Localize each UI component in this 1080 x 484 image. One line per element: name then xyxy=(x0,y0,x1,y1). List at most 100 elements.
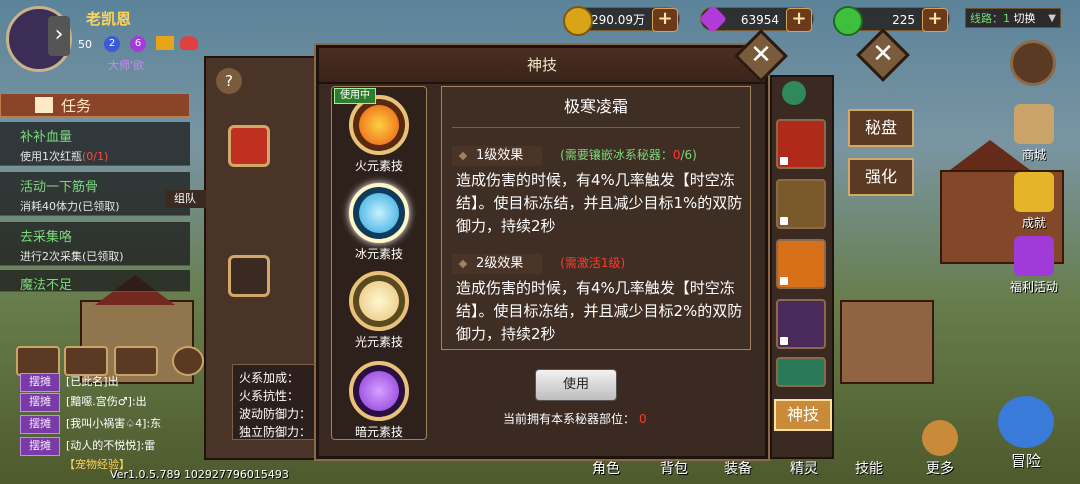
skill-fire[interactable]: 火元素技 xyxy=(345,95,413,174)
light-element-icon xyxy=(349,271,409,331)
quest-desc: 使用1次红瓶 xyxy=(20,150,82,163)
menu-achievement-label: 成就 xyxy=(1021,216,1046,230)
crossed-swords-icon[interactable] xyxy=(1010,40,1056,86)
stat-wave-def: 波动防御力： xyxy=(239,407,312,421)
fire-element-icon xyxy=(349,95,409,155)
gear-icon[interactable] xyxy=(172,346,204,376)
close-icon: ✕ xyxy=(872,39,894,69)
add-gem-button[interactable]: + xyxy=(786,8,812,32)
relic-slot[interactable] xyxy=(776,299,826,349)
divine-skill-dialog: 神技 使用中 火元素技 冰元素技 光元素技 暗元素技 极寒凌霜 1级效果 (需要… xyxy=(316,45,768,459)
menu-more[interactable]: 更多 xyxy=(910,420,970,478)
relic-slot[interactable] xyxy=(776,179,826,229)
level2-label: 2级效果 xyxy=(452,254,542,274)
quest-header[interactable]: 任务 xyxy=(0,93,190,117)
level1-description: 造成伤害的时候，有4%几率触发【时空冻结】。使目标冻结，并且减少目标1%的双防御… xyxy=(456,171,743,235)
chat-tag: 摆摊 xyxy=(20,393,60,412)
add-stamina-button[interactable]: + xyxy=(922,8,948,32)
crown-icon xyxy=(156,36,174,50)
skill-dark[interactable]: 暗元素技 xyxy=(345,361,413,439)
quest-header-label: 任务 xyxy=(61,97,92,115)
heart-stamina-icon xyxy=(833,6,863,36)
feather-icon xyxy=(35,97,53,113)
gold-coin-icon xyxy=(563,6,593,36)
chat-text: [已此名]出 xyxy=(66,375,119,388)
chat-line[interactable]: 摆摊 [动人的不悦悦]:雷 xyxy=(20,436,156,456)
skill-list: 使用中 火元素技 冰元素技 光元素技 暗元素技 xyxy=(331,86,427,440)
skill-name: 极寒凌霜 xyxy=(452,87,740,128)
server-line-selector[interactable]: 线路：1 切换 ▼ xyxy=(965,8,1061,28)
player-level: 50 xyxy=(78,38,92,51)
quest-item[interactable]: 去采集咯 进行2次采集(已领取) xyxy=(0,222,190,266)
tab-divine-skill[interactable]: 神技 xyxy=(774,399,832,431)
quest-title: 魔法不足 xyxy=(20,278,73,293)
tab-strengthen[interactable]: 强化 xyxy=(848,158,914,196)
level2-requirement: (需激活1级) xyxy=(560,256,626,270)
quest-desc: 进行2次采集(已领取) xyxy=(20,250,124,263)
chat-text: [动人的不悦悦]:雷 xyxy=(66,439,156,452)
tab-secret-disk[interactable]: 秘盘 xyxy=(848,109,914,147)
skill-light[interactable]: 光元素技 xyxy=(345,271,413,350)
owned-count: 0 xyxy=(639,412,647,426)
level1-requirement: (需要镶嵌冰系秘器： xyxy=(560,148,673,162)
quest-item[interactable]: 补补血量 使用1次红瓶(0/1) xyxy=(0,122,190,166)
bottom-menu-skill[interactable]: 技能 xyxy=(855,458,883,478)
chat-text: [黯噁.宫伤♂]:出 xyxy=(66,395,147,408)
version-label: Ver1.0.5.789 102927796015493 xyxy=(110,468,289,481)
stats-box: 火系加成： 火系抗性： 波动防御力： 独立防御力： xyxy=(232,364,318,440)
staff-slot-icon[interactable] xyxy=(228,255,270,297)
skill-label: 火元素技 xyxy=(354,159,403,173)
relic-slot[interactable] xyxy=(776,357,826,387)
ice-element-icon xyxy=(349,183,409,243)
skill-ice[interactable]: 冰元素技 xyxy=(345,183,413,262)
quest-title: 活动一下筋骨 xyxy=(20,180,99,195)
badge-icon: 6 xyxy=(130,36,146,52)
skill-label: 光元素技 xyxy=(354,335,403,349)
chevron-down-icon: ▼ xyxy=(1048,13,1056,24)
skill-label: 暗元素技 xyxy=(354,425,403,439)
lock-icon xyxy=(780,337,788,345)
quest-item[interactable]: 活动一下筋骨 消耗40体力(已领取) xyxy=(0,172,190,216)
chat-text: [我叫小祸害♤4]:东 xyxy=(66,417,162,430)
use-button[interactable]: 使用 xyxy=(535,369,617,401)
chat-line[interactable]: 摆摊 [已此名]出 xyxy=(20,372,119,392)
level1-header: 1级效果 (需要镶嵌冰系秘器：0/6) xyxy=(452,145,697,166)
help-icon[interactable]: ? xyxy=(216,68,242,94)
owned-label: 当前拥有本系秘器部位： xyxy=(503,412,636,426)
more-icon xyxy=(922,420,958,456)
menu-welfare-label: 福利活动 xyxy=(1009,280,1058,294)
relic-slot[interactable] xyxy=(776,239,826,289)
bottom-menu-sprite[interactable]: 精灵 xyxy=(790,458,818,478)
friends-button[interactable] xyxy=(114,346,158,376)
chat-line[interactable]: 摆摊 [黯噁.宫伤♂]:出 xyxy=(20,392,147,412)
menu-welfare[interactable]: 福利活动 xyxy=(1004,236,1064,295)
stamina-counter: 225 + xyxy=(833,6,950,36)
menu-more-label: 更多 xyxy=(926,461,954,477)
fire-orb-slot-icon[interactable] xyxy=(228,125,270,167)
menu-adventure[interactable]: 冒险 xyxy=(994,396,1058,471)
bottom-menu-equipment[interactable]: 装备 xyxy=(724,458,752,478)
level2-description: 造成伤害的时候，有4%几率触发【时空冻结】。使目标冻结，并且减少目标2%的双防御… xyxy=(456,279,743,343)
bottom-menu-character[interactable]: 角色 xyxy=(592,458,620,478)
element-toggle-icon[interactable] xyxy=(782,81,806,105)
collapse-arrow-icon[interactable]: › xyxy=(48,16,70,56)
bottom-menu-bag[interactable]: 背包 xyxy=(660,458,688,478)
shop-icon xyxy=(1014,104,1054,144)
level2-header: 2级效果 (需激活1级) xyxy=(452,253,626,274)
menu-shop[interactable]: 商城 xyxy=(1004,104,1064,163)
add-gold-button[interactable]: + xyxy=(652,8,678,32)
gift-icon xyxy=(1014,236,1054,276)
menu-achievement[interactable]: 成就 xyxy=(1004,172,1064,231)
team-label[interactable]: 组队 xyxy=(166,190,206,208)
menu-shop-label: 商城 xyxy=(1021,148,1046,162)
relic-slot[interactable] xyxy=(776,119,826,169)
chat-line[interactable]: 摆摊 [我叫小祸害♤4]:东 xyxy=(20,414,162,434)
stat-solo-def: 独立防御力： xyxy=(239,425,312,439)
stat-fire-resist: 火系抗性： xyxy=(239,389,300,403)
stat-fire-bonus: 火系加成： xyxy=(239,371,300,385)
gem-counter: 63954 + xyxy=(698,4,814,34)
chat-tag: 摆摊 xyxy=(20,373,60,392)
owned-relic-info: 当前拥有本系秘器部位： 0 xyxy=(503,410,647,427)
quest-item[interactable]: 魔法不足 xyxy=(0,270,190,293)
level1-req-total: /6) xyxy=(680,148,697,162)
